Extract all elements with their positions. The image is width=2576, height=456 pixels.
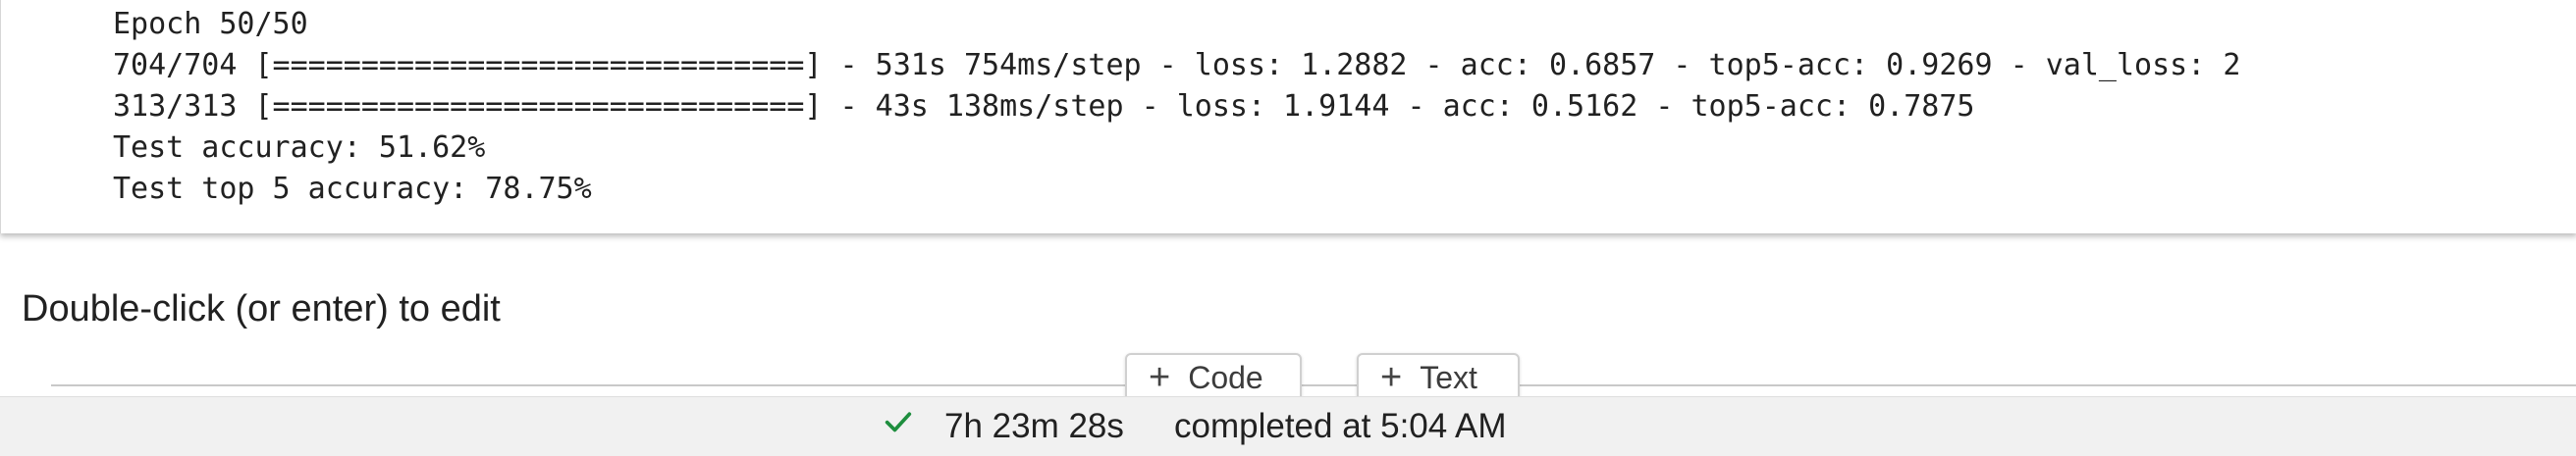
text-cell-placeholder[interactable]: Double-click (or enter) to edit [22,288,501,330]
plus-icon: + [1149,357,1171,398]
output-line-test-progress: 313/313 [==============================]… [113,89,1975,124]
add-text-cell-button[interactable]: + Text [1357,353,1520,402]
add-code-cell-label: Code [1188,359,1263,395]
status-bar: 7h 23m 28s completed at 5:04 AM [0,396,2576,456]
output-line-test-accuracy: Test accuracy: 51.62% [113,130,486,165]
output-line-test-top5-accuracy: Test top 5 accuracy: 78.75% [113,172,592,206]
output-line-epoch: Epoch 50/50 [113,7,308,41]
add-text-cell-label: Text [1420,359,1477,395]
check-icon [885,412,912,432]
execution-duration: 7h 23m 28s [944,407,1124,445]
completion-time: completed at 5:04 AM [1174,407,1507,445]
add-code-cell-button[interactable]: + Code [1125,353,1302,402]
add-cell-divider [51,384,2576,386]
plus-icon: + [1380,357,1403,398]
output-line-train-progress: 704/704 [==============================]… [113,48,2241,82]
output-text: Epoch 50/50 704/704 [====================… [113,4,2240,210]
cell-output: Epoch 50/50 704/704 [====================… [0,0,2576,233]
